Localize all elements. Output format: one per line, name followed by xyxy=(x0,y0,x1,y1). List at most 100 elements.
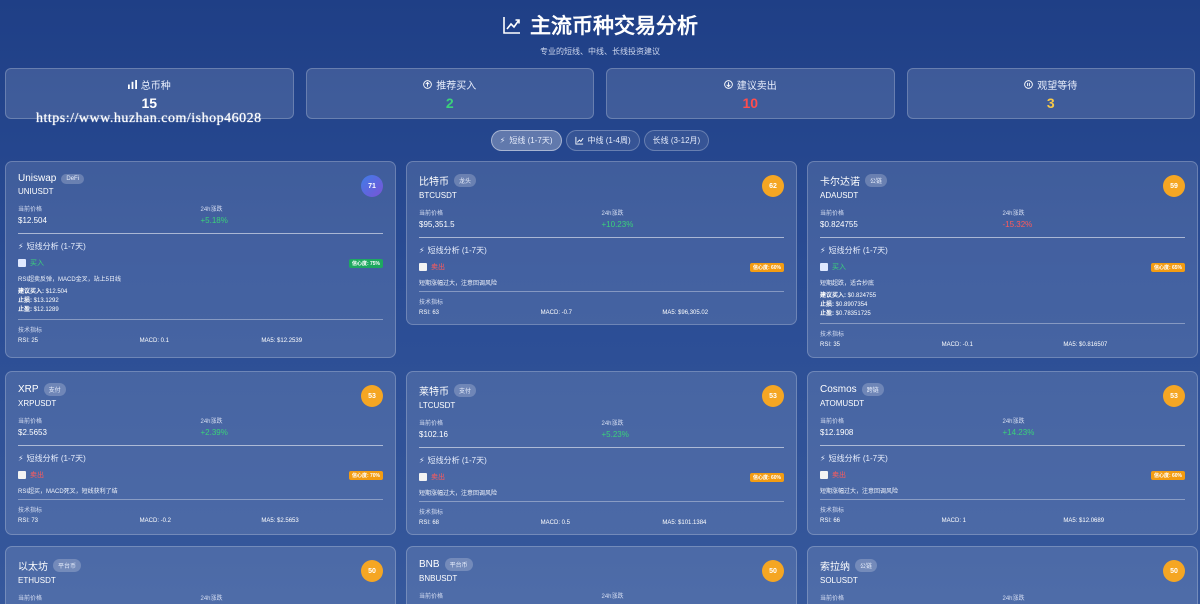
change-value: +5.23% xyxy=(601,430,629,439)
macd-value: MACD: -0.7 xyxy=(540,310,573,316)
change-label: 24h涨跌 xyxy=(1002,419,1025,425)
coin-name-row: 索拉纳 公链 xyxy=(820,558,1185,573)
rsi-value: RSI: 63 xyxy=(419,310,440,316)
coin-name: BNB xyxy=(419,559,440,570)
signal: 卖出 xyxy=(419,472,445,482)
tech-indicators: RSI: 66 MACD: 1 MA5: $12.0689 xyxy=(820,518,1185,524)
page-title: 主流币种交易分析 xyxy=(502,10,698,40)
tech-label: 技术指标 xyxy=(820,332,845,338)
signal-row: 买入 信心度: 75% xyxy=(18,258,383,268)
coin-tag: 支付 xyxy=(43,383,66,396)
coin-name-row: BNB 平台币 xyxy=(419,558,784,571)
tab-mid-term-label: 中线 (1-4周) xyxy=(587,136,631,145)
analysis-reason: 短期涨幅过大，注意回调风险 xyxy=(419,281,498,287)
score-badge: 71 xyxy=(361,175,383,197)
coin-symbol: XRPUSDT xyxy=(18,399,57,408)
price-row: 当前价格 $0.824755 24h涨跌 -15.32% xyxy=(820,208,1185,229)
analysis-title: 短线分析 (1-7天) xyxy=(26,454,86,463)
coin-card[interactable]: Uniswap DeFi UNIUSDT 71 当前价格 $12.504 24h… xyxy=(5,161,396,358)
divider xyxy=(820,237,1185,238)
lightning-icon: ⚡ xyxy=(18,242,24,251)
ma5-value: MA5: $12.0689 xyxy=(1063,518,1105,524)
coin-symbol: UNIUSDT xyxy=(18,187,54,196)
stat-sell-label: 建议卖出 xyxy=(736,81,777,92)
signal: 卖出 xyxy=(820,470,846,480)
page-header: 主流币种交易分析 专业的短线、中线、长线投资建议 xyxy=(0,0,1200,60)
tech-indicators: RSI: 35 MACD: -0.1 MA5: $0.816507 xyxy=(820,342,1185,348)
divider xyxy=(18,445,383,446)
divider xyxy=(820,499,1185,500)
coin-card[interactable]: XRP 支付 XRPUSDT 53 当前价格 $2.5653 24h涨跌 +2.… xyxy=(5,371,396,535)
price-row: 当前价格 24h涨跌 xyxy=(18,593,383,604)
target-value: $12.1289 xyxy=(33,307,59,313)
coin-tag: 平台币 xyxy=(444,558,473,571)
stop-label: 止损: xyxy=(820,302,834,308)
price-row: 当前价格 $2.5653 24h涨跌 +2.39% xyxy=(18,416,383,437)
signal: 卖出 xyxy=(18,470,44,480)
stop-label: 止损: xyxy=(18,298,32,304)
change-value: +10.23% xyxy=(601,220,634,229)
chart-down-icon xyxy=(419,263,427,271)
analysis-reason: 短期涨幅过大，注意回调风险 xyxy=(419,491,498,497)
coin-card[interactable]: 卡尔达诺 公链 ADAUSDT 59 当前价格 $0.824755 24h涨跌 … xyxy=(807,161,1198,358)
price-row: 当前价格 $95,351.5 24h涨跌 +10.23% xyxy=(419,208,784,229)
coin-name: 比特币 xyxy=(419,177,449,188)
change-label: 24h涨跌 xyxy=(601,421,624,427)
score-badge: 53 xyxy=(361,385,383,407)
price-label: 当前价格 xyxy=(820,211,845,217)
coin-card[interactable]: 索拉纳 公链 SOLUSDT 50 当前价格 24h涨跌 xyxy=(807,546,1198,604)
coin-tag: 平台币 xyxy=(53,559,82,572)
stat-total-label: 总币种 xyxy=(140,81,171,92)
change-value: -15.32% xyxy=(1002,220,1033,229)
divider xyxy=(820,323,1185,324)
analysis-title: 短线分析 (1-7天) xyxy=(828,454,888,463)
target-label: 止盈: xyxy=(18,307,32,313)
price-row: 当前价格 $12.1908 24h涨跌 +14.23% xyxy=(820,416,1185,437)
analysis-reason: 短期涨幅过大，注意回调风险 xyxy=(820,489,899,495)
price-row: 当前价格 $12.504 24h涨跌 +5.18% xyxy=(18,204,383,225)
pause-circle-icon xyxy=(1024,80,1034,89)
score-badge: 50 xyxy=(762,560,784,582)
change-label: 24h涨跌 xyxy=(601,211,624,217)
divider xyxy=(419,501,784,502)
stat-buy-value: 2 xyxy=(445,95,454,111)
coin-name-row: XRP 支付 xyxy=(18,383,383,396)
signal: 买入 xyxy=(820,262,846,272)
rocket-icon xyxy=(18,259,26,267)
bar-chart-icon xyxy=(127,80,137,89)
tab-mid-term[interactable]: 中线 (1-4周) xyxy=(565,130,640,151)
price-value: $102.16 xyxy=(419,430,448,439)
lightning-icon: ⚡ xyxy=(499,136,506,145)
change-value: +14.23% xyxy=(1002,428,1035,437)
coin-name: 莱特币 xyxy=(419,387,449,398)
signal: 卖出 xyxy=(419,262,445,272)
price-label: 当前价格 xyxy=(820,596,845,602)
coin-symbol: BNBUSDT xyxy=(419,574,458,583)
lightning-icon: ⚡ xyxy=(419,456,425,465)
coin-symbol: BTCUSDT xyxy=(419,191,457,200)
coin-card[interactable]: BNB 平台币 BNBUSDT 50 当前价格 24h涨跌 xyxy=(406,546,797,604)
coin-card[interactable]: Cosmos 跨链 ATOMUSDT 53 当前价格 $12.1908 24h涨… xyxy=(807,371,1198,535)
coin-card[interactable]: 以太坊 平台币 ETHUSDT 50 当前价格 24h涨跌 xyxy=(5,546,396,604)
price-label: 当前价格 xyxy=(419,211,444,217)
coin-card[interactable]: 莱特币 支付 LTCUSDT 53 当前价格 $102.16 24h涨跌 +5.… xyxy=(406,371,797,535)
price-value: $95,351.5 xyxy=(419,220,455,229)
change-label: 24h涨跌 xyxy=(1002,211,1025,217)
price-label: 当前价格 xyxy=(18,419,43,425)
coin-tag: 公链 xyxy=(865,174,888,187)
tech-indicators: RSI: 63 MACD: -0.7 MA5: $96,305.02 xyxy=(419,310,784,316)
signal-text: 买入 xyxy=(832,264,846,271)
analysis-header: ⚡ 短线分析 (1-7天) xyxy=(419,455,784,466)
price-label: 当前价格 xyxy=(18,207,43,213)
tab-long-term[interactable]: 长线 (3-12月) xyxy=(643,130,710,151)
tab-short-term[interactable]: ⚡ 短线 (1-7天) xyxy=(490,130,562,151)
stat-buy: 推荐买入 2 xyxy=(305,68,594,119)
price-value: $0.824755 xyxy=(820,220,858,229)
tech-indicators: RSI: 25 MACD: 0.1 MA5: $12.2539 xyxy=(18,338,383,344)
price-value: $12.504 xyxy=(18,216,47,225)
coin-name: Cosmos xyxy=(820,384,857,395)
coin-card[interactable]: 比特币 龙头 BTCUSDT 62 当前价格 $95,351.5 24h涨跌 +… xyxy=(406,161,797,325)
signal-row: 卖出 信心度: 60% xyxy=(419,262,784,272)
price-label: 当前价格 xyxy=(18,596,43,602)
signal-text: 卖出 xyxy=(431,474,445,481)
